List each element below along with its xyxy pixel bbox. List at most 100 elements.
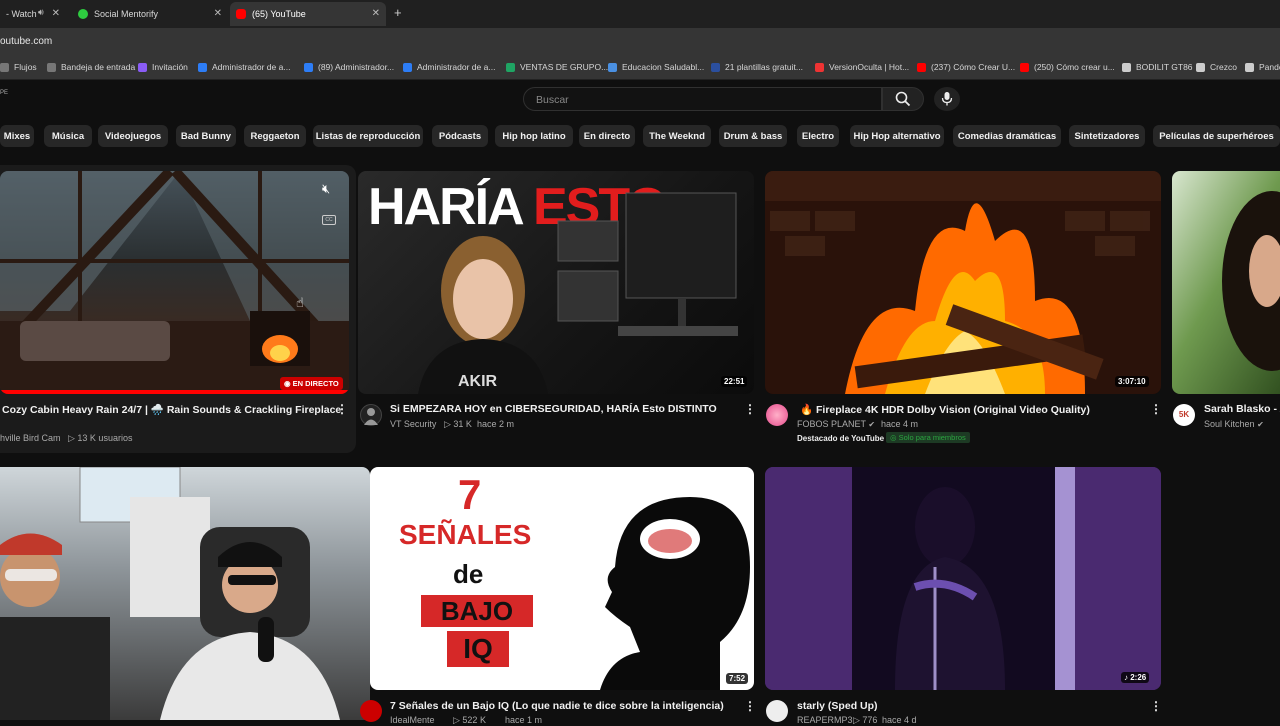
- channel-avatar[interactable]: 5K: [1173, 404, 1195, 426]
- more-options-button[interactable]: ⋮: [1150, 699, 1162, 713]
- tab-watch[interactable]: - Watch 🔊︎ ✕: [0, 2, 66, 26]
- channel-name[interactable]: REAPERMP3: [797, 715, 853, 725]
- bookmark-item[interactable]: Administrador de a...: [403, 62, 495, 72]
- chip-hip-hop-latino[interactable]: Hip hop latino: [495, 125, 573, 147]
- bookmark-item[interactable]: (237) Cómo Crear U...: [917, 62, 1015, 72]
- bookmark-item[interactable]: Crezco: [1196, 62, 1237, 72]
- bookmark-item[interactable]: Bandeja de entrada: [47, 62, 135, 72]
- search-button[interactable]: [882, 87, 924, 111]
- video-title[interactable]: Sarah Blasko - A: [1204, 403, 1280, 415]
- chip-sintetizadores[interactable]: Sintetizadores: [1069, 125, 1145, 147]
- bookmark-item[interactable]: (89) Administrador...: [304, 62, 394, 72]
- captions-icon[interactable]: CC: [322, 215, 336, 225]
- more-options-button[interactable]: ⋮: [336, 402, 348, 416]
- bookmark-favicon-icon: [1122, 62, 1131, 72]
- more-options-button[interactable]: ⋮: [744, 402, 756, 416]
- bookmark-favicon-icon: [608, 62, 617, 72]
- bookmark-favicon-icon: [815, 62, 824, 72]
- more-options-button[interactable]: ⋮: [744, 699, 756, 713]
- video-thumbnail[interactable]: 3:07:10: [765, 171, 1161, 394]
- channel-name[interactable]: FOBOS PLANET ✔: [797, 419, 875, 429]
- tab-youtube[interactable]: (65) YouTube ✕: [230, 2, 386, 26]
- featured-label: Destacado de YouTube: [797, 434, 885, 443]
- bookmark-item[interactable]: VENTAS DE GRUPO...: [506, 62, 608, 72]
- duration-badge: 7:52: [726, 673, 749, 684]
- chip-listas-de-reproducción[interactable]: Listas de reproducción: [313, 125, 423, 147]
- muted-speaker-icon[interactable]: 🔇︎: [322, 181, 330, 197]
- bookmark-item[interactable]: Invitación: [138, 62, 188, 72]
- channel-name[interactable]: hville Bird Cam: [0, 433, 61, 443]
- video-thumbnail[interactable]: 🔇︎ CC ◉ EN DIRECTO: [0, 171, 349, 394]
- bookmark-label: VersionOculta | Hot...: [829, 62, 910, 72]
- country-code: PE: [0, 90, 9, 96]
- bookmark-item[interactable]: VersionOculta | Hot...: [815, 62, 909, 72]
- new-tab-button[interactable]: +: [394, 5, 402, 20]
- duration-badge: 3:07:10: [1115, 376, 1149, 387]
- chip-pódcasts[interactable]: Pódcasts: [432, 125, 488, 147]
- thumbnail-text-de: de: [453, 559, 484, 589]
- bookmark-favicon-icon: [198, 62, 207, 72]
- duration-badge: ♪ 2:26: [1121, 672, 1150, 683]
- close-icon[interactable]: ✕: [372, 8, 380, 19]
- channel-avatar[interactable]: [360, 404, 382, 426]
- video-title[interactable]: starly (Sped Up): [797, 700, 878, 712]
- video-thumbnail[interactable]: [0, 467, 370, 720]
- chip-drum-bass[interactable]: Drum & bass: [719, 125, 787, 147]
- head-silhouette-brain-icon: [600, 497, 750, 690]
- bookmark-item[interactable]: Educacion Saludabl...: [608, 62, 704, 72]
- chip-videojuegos[interactable]: Videojuegos: [98, 125, 168, 147]
- video-title[interactable]: Si EMPEZARA HOY en CIBERSEGURIDAD, HARÍA…: [390, 403, 717, 415]
- chip-hip-hop-alternativo[interactable]: Hip Hop alternativo: [850, 125, 944, 147]
- cabin-scene-illustration: [0, 171, 349, 394]
- chip-en-directo[interactable]: En directo: [579, 125, 635, 147]
- url-text[interactable]: outube.com: [0, 36, 52, 47]
- video-thumbnail[interactable]: 7 SEÑALES de BAJO IQ 7:52: [370, 467, 754, 690]
- youtube-favicon-icon: [236, 9, 246, 19]
- more-options-button[interactable]: ⋮: [1150, 402, 1162, 416]
- chip-electro[interactable]: Electro: [797, 125, 839, 147]
- bookmark-label: Pande: [1259, 62, 1280, 72]
- bookmark-item[interactable]: Flujos: [0, 62, 37, 72]
- bookmark-label: Flujos: [14, 62, 37, 72]
- bookmark-item[interactable]: Pande: [1245, 62, 1280, 72]
- channel-name[interactable]: VT Security: [390, 419, 436, 429]
- video-thumbnail[interactable]: [1172, 171, 1280, 394]
- channel-name[interactable]: IdealMente: [390, 715, 435, 725]
- video-title[interactable]: Cozy Cabin Heavy Rain 24/7 | 🌧️ Rain Sou…: [2, 403, 341, 416]
- channel-avatar[interactable]: [766, 404, 788, 426]
- tab-social-mentorify[interactable]: Social Mentorify ✕: [72, 2, 228, 26]
- close-icon[interactable]: ✕: [214, 8, 222, 19]
- bookmarks-bar: Flujos Bandeja de entrada Invitación Admini…: [0, 54, 1280, 80]
- chip-mixes[interactable]: Mixes: [0, 125, 34, 147]
- channel-avatar[interactable]: [766, 700, 788, 722]
- bookmark-item[interactable]: BODILIT GT86: [1122, 62, 1193, 72]
- speaker-icon[interactable]: 🔊︎: [38, 7, 44, 18]
- chip-películas-de-superhéroes[interactable]: Películas de superhéroes: [1153, 125, 1280, 147]
- video-thumbnail[interactable]: HARÍA ESTO AKIR 22:51: [358, 171, 754, 394]
- bookmark-item[interactable]: 21 plantillas gratuit...: [711, 62, 803, 72]
- video-thumbnail[interactable]: ♪ 2:26: [765, 467, 1161, 690]
- channel-avatar[interactable]: [360, 700, 382, 722]
- address-bar[interactable]: outube.com: [0, 28, 1280, 54]
- close-icon[interactable]: ✕: [52, 8, 60, 19]
- verified-icon: ✔: [868, 420, 876, 429]
- video-title[interactable]: 7 Señales de un Bajo IQ (Lo que nadie te…: [390, 700, 724, 712]
- bookmark-item[interactable]: Administrador de a...: [198, 62, 290, 72]
- duration-badge: 22:51: [721, 376, 748, 387]
- microphone-icon: [941, 92, 953, 106]
- woman-portrait-illustration: [1222, 191, 1280, 371]
- chip-música[interactable]: Música: [44, 125, 92, 147]
- chip-bad-bunny[interactable]: Bad Bunny: [176, 125, 236, 147]
- bookmark-item[interactable]: (250) Cómo crear u...: [1020, 62, 1115, 72]
- bookmark-label: Invitación: [152, 62, 188, 72]
- chip-reggaeton[interactable]: Reggaeton: [244, 125, 306, 147]
- bookmark-favicon-icon: [917, 62, 926, 72]
- voice-search-button[interactable]: [934, 87, 960, 111]
- video-title[interactable]: 🔥 Fireplace 4K HDR Dolby Vision (Origina…: [800, 403, 1090, 416]
- channel-name[interactable]: Soul Kitchen ✔: [1204, 419, 1264, 429]
- chip-the-weeknd[interactable]: The Weeknd: [643, 125, 711, 147]
- bookmark-label: Administrador de a...: [212, 62, 291, 72]
- search-input[interactable]: Buscar: [523, 87, 882, 111]
- chip-comedias-dramáticas[interactable]: Comedias dramáticas: [953, 125, 1061, 147]
- thumbnail-text-bajo: BAJO: [421, 595, 533, 627]
